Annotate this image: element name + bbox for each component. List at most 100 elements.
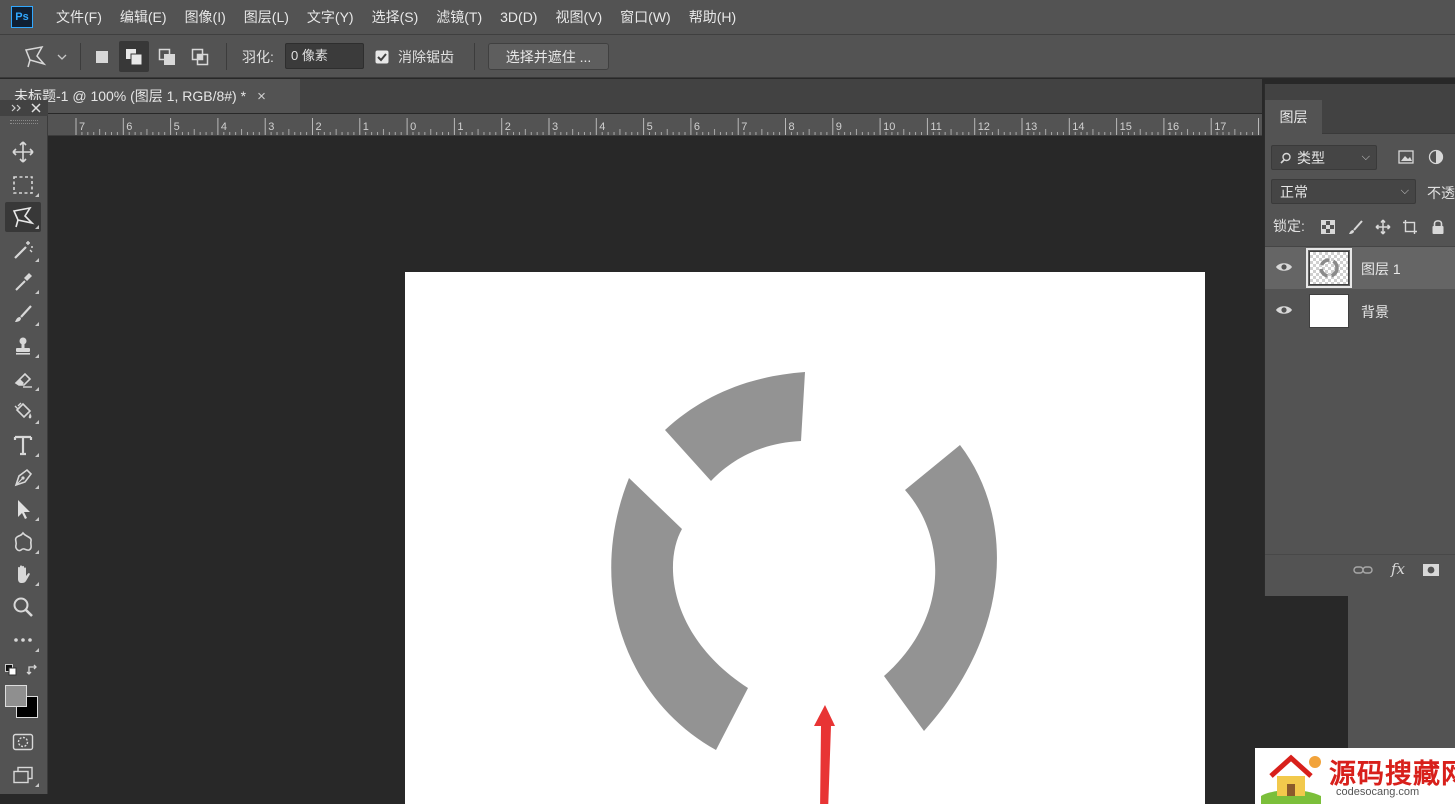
custom-shape-icon	[14, 531, 32, 552]
custom-shape-tool[interactable]	[5, 527, 41, 557]
image-filter-icon[interactable]	[1398, 150, 1414, 164]
site-watermark: 源码搜藏网 codesocang.com	[1255, 748, 1455, 804]
tool-preset-picker[interactable]	[22, 35, 68, 78]
menu-file[interactable]: 文件(F)	[47, 0, 111, 34]
menu-help[interactable]: 帮助(H)	[680, 0, 745, 34]
ruler-label: 3	[268, 121, 274, 133]
brush-tool[interactable]	[5, 299, 41, 329]
stamp-icon	[16, 337, 30, 355]
path-select-icon	[18, 500, 30, 519]
hand-tool[interactable]	[5, 559, 41, 589]
tool-group-marker	[35, 550, 39, 554]
subtract-selection-button[interactable]	[152, 41, 182, 72]
layers-tab[interactable]: 图层	[1265, 100, 1322, 134]
default-colors-icon[interactable]	[5, 664, 17, 676]
menu-edit[interactable]: 编辑(E)	[111, 0, 176, 34]
layer-filter-dropdown[interactable]: 类型 ⌵	[1271, 145, 1377, 170]
ring-segment-left	[611, 478, 748, 750]
layer-thumbnail	[1309, 294, 1349, 328]
polygonal-lasso-tool[interactable]	[5, 202, 41, 232]
marquee-tool[interactable]	[5, 170, 41, 200]
foreground-color-swatch[interactable]	[5, 685, 27, 707]
menu-type[interactable]: 文字(Y)	[298, 0, 363, 34]
house-logo-icon	[1261, 754, 1321, 804]
feather-input[interactable]: 0 像素	[285, 43, 364, 69]
select-and-mask-button[interactable]: 选择并遮住 ...	[488, 43, 609, 70]
document-canvas[interactable]	[405, 272, 1205, 804]
paint-bucket-tool[interactable]	[5, 397, 41, 427]
options-bar: 羽化: 0 像素 消除锯齿 选择并遮住 ...	[0, 34, 1455, 78]
collapse-icon[interactable]	[9, 100, 23, 116]
close-tab-icon[interactable]: ×	[257, 88, 266, 105]
ruler-label: 3	[552, 121, 558, 133]
close-icon[interactable]	[30, 100, 42, 116]
visibility-eye-icon[interactable]	[1275, 303, 1293, 317]
paint-bucket-icon	[14, 402, 32, 419]
zoom-tool[interactable]	[5, 592, 41, 622]
ring-thumbnail-icon	[1319, 258, 1339, 278]
eyedropper-icon	[15, 273, 32, 291]
photoshop-logo[interactable]: Ps	[11, 6, 33, 28]
ruler-label: 5	[174, 121, 180, 133]
divider	[226, 43, 227, 70]
visibility-eye-icon[interactable]	[1275, 260, 1293, 274]
move-tool[interactable]	[5, 137, 41, 167]
add-mask-icon[interactable]	[1422, 563, 1440, 577]
add-to-selection-button[interactable]	[119, 41, 149, 72]
lock-transparency-icon[interactable]	[1321, 220, 1335, 234]
subtract-selection-icon	[158, 48, 175, 65]
opacity-label: 不透	[1427, 185, 1455, 201]
magic-wand-tool[interactable]	[5, 235, 41, 265]
ring-segments-artwork	[611, 372, 997, 804]
lock-artboard-icon[interactable]	[1402, 219, 1418, 235]
path-selection-tool[interactable]	[5, 494, 41, 524]
antialias-checkbox[interactable]: 消除锯齿	[375, 35, 454, 78]
clone-stamp-tool[interactable]	[5, 331, 41, 361]
screen-mode-icon	[13, 766, 33, 784]
search-icon	[1280, 152, 1291, 164]
menu-layer[interactable]: 图层(L)	[235, 0, 298, 34]
menu-3d[interactable]: 3D(D)	[491, 0, 546, 34]
layer-row-layer-1[interactable]: 图层 1	[1265, 247, 1455, 289]
link-layers-icon[interactable]	[1353, 564, 1373, 576]
antialias-label: 消除锯齿	[398, 48, 454, 65]
edit-toolbar-button[interactable]	[5, 625, 41, 655]
new-selection-button[interactable]	[87, 41, 117, 72]
ruler-label: 6	[694, 121, 700, 133]
ruler-label: 16	[1167, 121, 1179, 133]
menu-image[interactable]: 图像(I)	[176, 0, 235, 34]
divider	[80, 43, 81, 70]
layer-style-fx-icon[interactable]: fx	[1391, 560, 1405, 578]
lock-pixels-icon[interactable]	[1348, 219, 1364, 235]
toolbox-header	[0, 100, 48, 116]
quick-mask-button[interactable]	[5, 727, 41, 757]
filter-label: 类型	[1297, 149, 1325, 166]
lock-position-icon[interactable]	[1375, 219, 1391, 235]
ruler-label: 1	[1262, 121, 1263, 133]
menu-view[interactable]: 视图(V)	[546, 0, 611, 34]
toolbox-grip[interactable]	[10, 120, 38, 124]
ruler-label: 2	[316, 121, 322, 133]
horizontal-ruler[interactable]: 7654321012345678910111213141516171	[48, 114, 1262, 136]
pen-tool[interactable]	[5, 462, 41, 492]
layer-name: 图层 1	[1361, 261, 1401, 277]
eraser-tool[interactable]	[5, 364, 41, 394]
menu-filter[interactable]: 滤镜(T)	[427, 0, 491, 34]
menu-window[interactable]: 窗口(W)	[611, 0, 680, 34]
pen-icon	[14, 468, 33, 487]
type-tool[interactable]	[5, 430, 41, 460]
polygonal-lasso-icon	[24, 45, 47, 67]
layer-row-background[interactable]: 背景	[1265, 290, 1455, 332]
adjustment-filter-icon[interactable]	[1428, 149, 1444, 165]
swap-colors-icon[interactable]	[26, 663, 40, 677]
eyedropper-tool[interactable]	[5, 267, 41, 297]
intersect-selection-button[interactable]	[185, 41, 215, 72]
ruler-label: 11	[930, 121, 941, 133]
screen-mode-button[interactable]	[5, 760, 41, 790]
divider	[474, 43, 475, 70]
blend-mode-dropdown[interactable]: 正常 ⌵	[1271, 179, 1416, 204]
lock-all-icon[interactable]	[1431, 219, 1445, 235]
menu-select[interactable]: 选择(S)	[363, 0, 428, 34]
tool-group-marker	[35, 517, 39, 521]
eraser-icon	[14, 372, 32, 388]
